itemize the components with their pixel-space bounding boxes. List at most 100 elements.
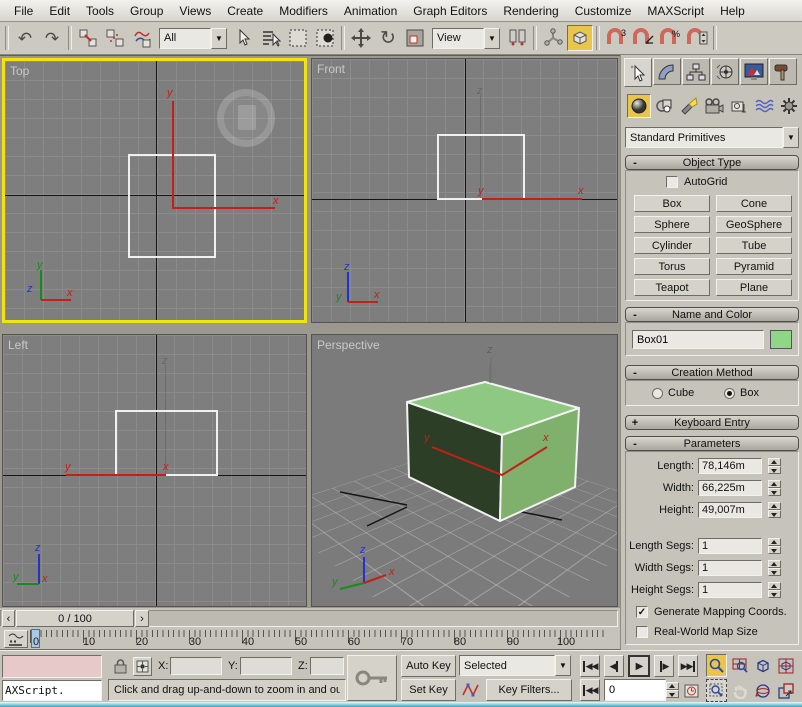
menu-maxscript[interactable]: MAXScript	[639, 1, 712, 21]
undo-button[interactable]: ↶	[12, 25, 38, 51]
category-cameras[interactable]	[702, 94, 726, 118]
menu-create[interactable]: Create	[219, 1, 271, 21]
width-segs-spinner[interactable]	[768, 560, 781, 576]
length-segs-field[interactable]: 1	[698, 538, 762, 554]
absolute-offset-mode-toggle[interactable]	[133, 657, 152, 676]
spinner-down-icon[interactable]	[666, 690, 679, 698]
key-mode-arrow[interactable]: ▼	[555, 655, 571, 676]
default-tangents-button[interactable]	[459, 679, 483, 701]
spinner-down-icon[interactable]	[768, 568, 781, 576]
primitive-sphere-button[interactable]: Sphere	[634, 216, 710, 233]
previous-frame-button[interactable]: ◀	[604, 655, 624, 677]
length-field[interactable]: 78,146m	[698, 458, 762, 474]
selection-filter-dropdown[interactable]: All ▼	[159, 28, 227, 49]
spinner-up-icon[interactable]	[666, 682, 679, 690]
set-keys-big-button[interactable]	[347, 655, 397, 701]
length-segs-spinner[interactable]	[768, 538, 781, 554]
keyboard-override-toggle-button[interactable]	[567, 25, 593, 51]
primitive-torus-button[interactable]: Torus	[634, 258, 710, 275]
region-zoom-button[interactable]	[706, 679, 727, 702]
spinner-down-icon[interactable]	[768, 510, 781, 518]
x-coord-field[interactable]	[170, 657, 222, 675]
select-and-rotate-button[interactable]: ↻	[375, 25, 401, 51]
autogrid-checkbox[interactable]	[666, 176, 678, 188]
primitive-box-button[interactable]: Box	[634, 195, 710, 212]
next-frame-button[interactable]: ▶	[654, 655, 674, 677]
time-slider-next-button[interactable]: ›	[135, 610, 149, 627]
spinner-up-icon[interactable]	[768, 480, 781, 488]
auto-key-button[interactable]: Auto Key	[401, 655, 456, 677]
tab-create[interactable]	[624, 58, 652, 87]
category-lights[interactable]	[677, 94, 701, 118]
rollout-parameters[interactable]: - Parameters	[625, 436, 799, 451]
length-spinner[interactable]	[768, 458, 781, 474]
category-geometry[interactable]	[627, 94, 651, 118]
spinner-up-icon[interactable]	[768, 538, 781, 546]
rollout-name-color[interactable]: - Name and Color	[625, 307, 799, 322]
pan-view-button[interactable]	[729, 679, 750, 702]
selection-lock-toggle[interactable]	[110, 657, 130, 676]
creation-method-cube-radio[interactable]	[652, 388, 663, 399]
spinner-up-icon[interactable]	[768, 502, 781, 510]
menu-animation[interactable]: Animation	[336, 1, 405, 21]
spinner-down-icon[interactable]	[768, 546, 781, 554]
menu-edit[interactable]: Edit	[41, 1, 78, 21]
category-shapes[interactable]	[652, 94, 676, 118]
zoom-extents-button[interactable]	[752, 654, 773, 677]
spinner-up-icon[interactable]	[768, 560, 781, 568]
primitive-teapot-button[interactable]: Teapot	[634, 279, 710, 296]
viewport-top-label[interactable]: Top	[10, 64, 29, 78]
tab-hierarchy[interactable]	[682, 58, 710, 85]
object-name-input[interactable]	[632, 330, 764, 349]
menu-rendering[interactable]: Rendering	[495, 1, 566, 21]
zoom-all-button[interactable]	[729, 654, 750, 677]
snaps-toggle-button[interactable]: 3	[603, 25, 629, 51]
spinner-down-icon[interactable]	[768, 488, 781, 496]
use-pivot-point-center-button[interactable]	[504, 25, 530, 51]
viewport-perspective-label[interactable]: Perspective	[317, 338, 380, 352]
redo-button[interactable]: ↷	[39, 25, 65, 51]
object-color-swatch[interactable]	[770, 330, 792, 349]
angle-snap-toggle-button[interactable]	[630, 25, 656, 51]
generate-mapping-coords-checkbox[interactable]: ✓	[636, 606, 648, 618]
percent-snap-toggle-button[interactable]: %	[657, 25, 683, 51]
height-segs-spinner[interactable]	[768, 582, 781, 598]
menu-file[interactable]: File	[6, 1, 41, 21]
coord-system-arrow[interactable]: ▼	[484, 28, 500, 49]
select-and-move-button[interactable]	[348, 25, 374, 51]
tab-modify[interactable]	[653, 58, 681, 85]
menu-graph-editors[interactable]: Graph Editors	[405, 1, 495, 21]
menu-help[interactable]: Help	[712, 1, 753, 21]
viewport-perspective[interactable]: Perspective z y x z	[311, 334, 618, 607]
macro-recorder-box[interactable]	[2, 655, 102, 678]
reference-coordinate-system-dropdown[interactable]: View ▼	[432, 28, 500, 49]
menu-group[interactable]: Group	[122, 1, 171, 21]
tab-utilities[interactable]	[769, 58, 797, 85]
y-coord-field[interactable]	[240, 657, 292, 675]
time-slider-prev-button[interactable]: ‹	[2, 610, 15, 627]
key-filters-button[interactable]: Key Filters...	[486, 679, 572, 701]
primitive-cylinder-button[interactable]: Cylinder	[634, 237, 710, 254]
z-coord-field[interactable]	[310, 657, 344, 675]
menu-views[interactable]: Views	[171, 1, 219, 21]
rollout-object-type[interactable]: - Object Type	[625, 155, 799, 170]
select-object-button[interactable]	[231, 25, 257, 51]
window-crossing-button[interactable]	[312, 25, 338, 51]
unlink-button[interactable]	[102, 25, 128, 51]
primitive-pyramid-button[interactable]: Pyramid	[716, 258, 792, 275]
category-helpers[interactable]	[727, 94, 751, 118]
viewport-front[interactable]: Front z y x z x y	[311, 58, 618, 323]
frame-spinner[interactable]	[666, 682, 679, 698]
open-mini-curve-editor-button[interactable]	[4, 630, 28, 648]
width-field[interactable]: 66,225m	[698, 480, 762, 496]
key-mode-toggle-button[interactable]: ◀◀	[580, 679, 600, 701]
primitive-geosphere-button[interactable]: GeoSphere	[716, 216, 792, 233]
width-segs-field[interactable]: 1	[698, 560, 762, 576]
rollout-keyboard-entry[interactable]: + Keyboard Entry	[625, 415, 799, 430]
maxscript-listener-box[interactable]: AXScript.	[2, 680, 102, 701]
height-segs-field[interactable]: 1	[698, 582, 762, 598]
viewport-left-label[interactable]: Left	[8, 338, 28, 352]
go-to-end-button[interactable]: ▶▶	[678, 655, 698, 677]
select-by-name-button[interactable]	[258, 25, 284, 51]
spinner-down-icon[interactable]	[768, 466, 781, 474]
